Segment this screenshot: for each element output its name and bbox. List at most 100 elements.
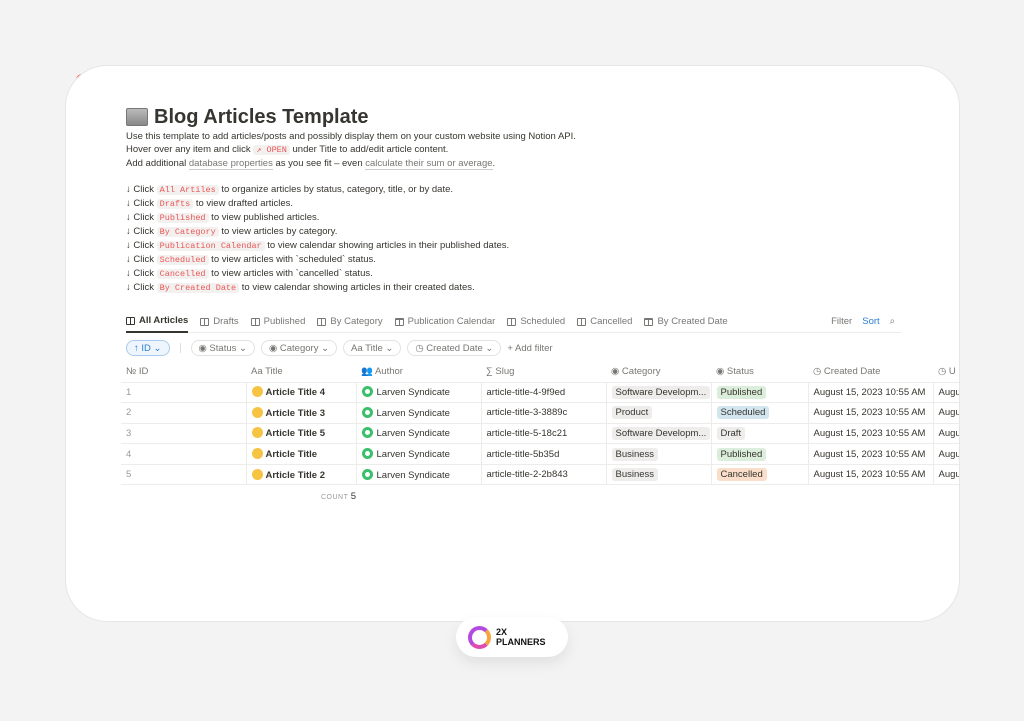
updated-date-cell: Augu (932, 443, 959, 465)
column-header[interactable]: ◷ U (933, 362, 959, 382)
article-title[interactable]: Article Title 3 (266, 408, 326, 419)
id-cell: 4 (121, 443, 246, 465)
author-avatar (361, 406, 373, 418)
author-cell[interactable]: Larven Syndicate (355, 422, 481, 444)
title-cell[interactable]: Article Title 4 (245, 381, 356, 403)
slug-cell: article-title-2-2b843 (480, 463, 606, 486)
table-row[interactable]: 5 Article Title 2 Larven Syndicate article-… (121, 463, 959, 486)
instruction-line: ↓ Click Published to view published arti… (126, 211, 959, 225)
category-cell[interactable]: Software Developm... (605, 381, 711, 403)
author-name: Larven Syndicate (376, 407, 450, 419)
view-name-code: Published (156, 213, 209, 223)
filter-title-chip[interactable]: Aa Title ⌄ (343, 340, 402, 356)
table-icon (577, 317, 587, 326)
column-header[interactable]: Aa Title (246, 362, 356, 382)
column-header[interactable]: 👥 Author (356, 362, 481, 382)
calculate-link[interactable]: calculate their sum or average (365, 158, 493, 170)
text: to view calendar showing articles in the… (264, 240, 510, 251)
smiley-icon (251, 468, 263, 480)
filter-created-date-chip[interactable]: ◷ Created Date ⌄ (407, 340, 502, 356)
tab-published[interactable]: Published (250, 311, 305, 333)
column-header[interactable]: ◷ Created Date (808, 362, 933, 382)
tab-cancelled[interactable]: Cancelled (577, 311, 632, 333)
author-cell[interactable]: Larven Syndicate (355, 443, 481, 465)
text: ↓ Click (126, 184, 157, 195)
filter-category-chip[interactable]: ◉ Category ⌄ (260, 340, 338, 356)
instruction-line: ↓ Click Scheduled to view articles with … (126, 253, 959, 267)
column-header[interactable]: ◉ Category (606, 362, 711, 382)
tab-label: All Articles (139, 315, 189, 326)
text: . (492, 158, 496, 169)
author-avatar (361, 427, 373, 439)
sort-button[interactable]: Sort (862, 316, 879, 327)
status-badge: Published (716, 385, 767, 399)
smiley-icon (251, 427, 263, 439)
text: to view articles with `scheduled` status… (208, 254, 376, 265)
article-title[interactable]: Article Title 2 (266, 470, 326, 481)
intro-line: Hover over any item and click ↗ OPEN und… (126, 143, 959, 157)
tab-drafts[interactable]: Drafts (200, 311, 239, 333)
category-cell[interactable]: Software Developm... (605, 422, 711, 444)
row-count: COUNT 5 (321, 491, 357, 503)
tab-by-category[interactable]: By Category (317, 311, 383, 333)
author-cell[interactable]: Larven Syndicate (355, 402, 481, 424)
database-properties-link[interactable]: database properties (188, 158, 273, 170)
column-header[interactable]: № ID (121, 362, 246, 382)
tab-all-articles[interactable]: All Articles (126, 311, 189, 333)
category-tag: Software Developm... (611, 385, 711, 399)
filter-status-chip[interactable]: ◉ Status ⌄ (190, 340, 255, 356)
add-filter-button[interactable]: + Add filter (507, 343, 552, 354)
article-title[interactable]: Article Title 4 (266, 387, 326, 398)
slug-cell: article-title-5-18c21 (480, 422, 606, 444)
category-cell[interactable]: Business (605, 443, 711, 465)
table-row[interactable]: 4 Article Title Larven Syndicate article-ti… (121, 443, 959, 465)
tab-label: By Category (330, 316, 383, 327)
intro-text: Use this template to add articles/posts … (126, 130, 959, 170)
updated-date-cell: Augu (932, 463, 959, 486)
slug-cell: article-title-4-9f9ed (480, 381, 606, 403)
author-cell[interactable]: Larven Syndicate (355, 463, 481, 486)
text: under Title to add/edit article content. (289, 144, 449, 155)
created-date-cell: August 15, 2023 10:55 AM (807, 463, 933, 486)
tab-by-created-date[interactable]: By Created Date (644, 311, 728, 333)
status-cell[interactable]: Draft (710, 422, 808, 444)
article-title[interactable]: Article Title 5 (266, 428, 326, 439)
column-header[interactable]: ∑ Slug (481, 362, 606, 382)
text: as you see fit – even (272, 158, 366, 169)
smiley-icon (251, 406, 263, 418)
search-icon[interactable]: ⌕ (890, 316, 895, 327)
title-cell[interactable]: Article Title (245, 443, 356, 465)
title-cell[interactable]: Article Title 3 (245, 402, 356, 424)
filter-button[interactable]: Filter (831, 316, 852, 327)
updated-date-cell: Augu (932, 402, 959, 424)
article-title[interactable]: Article Title (266, 449, 318, 460)
tab-label: Scheduled (520, 316, 566, 327)
tab-publication-calendar[interactable]: Publication Calendar (394, 311, 495, 333)
category-cell[interactable]: Business (605, 463, 711, 486)
instruction-line: ↓ Click Publication Calendar to view cal… (126, 239, 959, 253)
category-cell[interactable]: Product (605, 402, 711, 424)
updated-date-cell: Augu (932, 381, 959, 403)
column-header[interactable]: ◉ Status (711, 362, 808, 382)
table-row[interactable]: 2 Article Title 3 Larven Syndicate article-… (121, 402, 959, 424)
text: ↓ Click (126, 268, 157, 279)
view-name-code: Scheduled (156, 255, 209, 265)
table-row[interactable]: 3 Article Title 5 Larven Syndicate article-… (121, 422, 959, 444)
title-cell[interactable]: Article Title 5 (245, 422, 356, 444)
status-cell[interactable]: Published (710, 381, 808, 403)
tab-scheduled[interactable]: Scheduled (507, 311, 565, 333)
status-badge: Draft (716, 426, 746, 440)
author-cell[interactable]: Larven Syndicate (355, 381, 481, 403)
sort-id-chip[interactable]: ↑ ID ⌄ (126, 340, 170, 356)
view-name-code: Publication Calendar (156, 241, 265, 251)
view-tabs: All Articles Drafts Published By Category Pu… (126, 311, 901, 333)
table-icon (126, 316, 135, 325)
author-name: Larven Syndicate (376, 387, 450, 399)
status-cell[interactable]: Cancelled (710, 463, 808, 486)
smiley-icon (251, 448, 263, 460)
status-cell[interactable]: Scheduled (710, 402, 808, 424)
title-cell[interactable]: Article Title 2 (245, 463, 356, 486)
status-cell[interactable]: Published (710, 443, 808, 465)
table-row[interactable]: 1 Article Title 4 Larven Syndicate article-… (121, 381, 959, 403)
calendar-icon (394, 317, 404, 326)
